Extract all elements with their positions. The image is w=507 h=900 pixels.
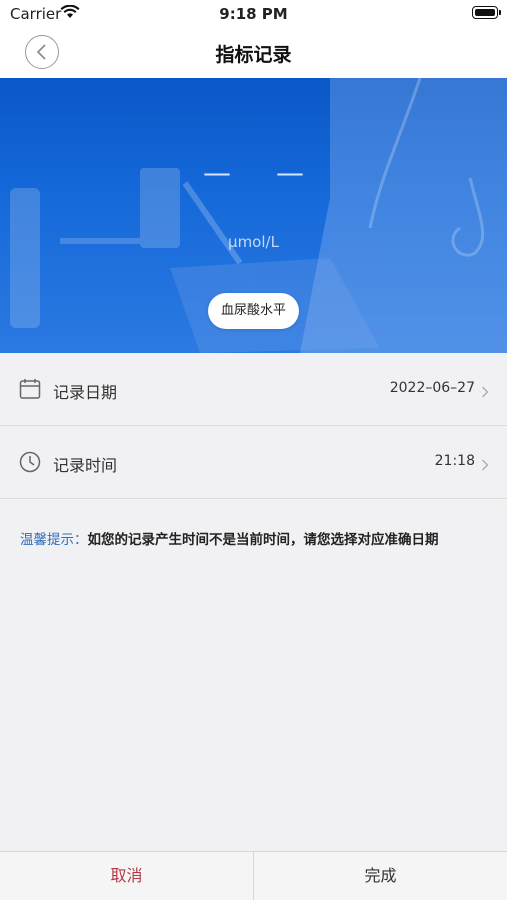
hint-message: 温馨提示：如您的记录产生时间不是当前时间，请您选择对应准确日期 xyxy=(20,528,439,548)
status-bar: Carrier 9:18 PM xyxy=(0,0,507,28)
measurement-unit: µmol/L xyxy=(228,233,279,251)
measurement-value: — — xyxy=(203,156,322,189)
indicator-pill[interactable]: 血尿酸水平 xyxy=(208,293,299,329)
chevron-right-icon xyxy=(481,456,489,475)
record-date-label: 记录日期 xyxy=(53,383,118,402)
record-date-value: 2022–06–27 xyxy=(389,380,475,396)
page-title: 指标记录 xyxy=(215,44,292,66)
record-date-row[interactable]: 记录日期 2022–06–27 xyxy=(0,354,507,426)
record-time-value: 21:18 xyxy=(434,453,475,469)
hint-label: 温馨提示： xyxy=(20,532,88,548)
done-button[interactable]: 完成 xyxy=(254,852,507,900)
chevron-right-icon xyxy=(481,383,489,402)
record-time-label: 记录时间 xyxy=(53,456,118,475)
cancel-button[interactable]: 取消 xyxy=(0,852,254,900)
clock-icon xyxy=(19,451,41,477)
status-time: 9:18 PM xyxy=(219,5,288,23)
hint-text: 如您的记录产生时间不是当前时间，请您选择对应准确日期 xyxy=(87,532,439,548)
nav-bar: 指标记录 xyxy=(0,28,507,78)
record-time-row[interactable]: 记录时间 21:18 xyxy=(0,427,507,499)
hero-banner: — — µmol/L 血尿酸水平 xyxy=(0,78,507,353)
battery-icon xyxy=(472,6,501,19)
bottom-action-bar: 取消 完成 xyxy=(0,851,507,900)
calendar-icon xyxy=(19,378,41,404)
